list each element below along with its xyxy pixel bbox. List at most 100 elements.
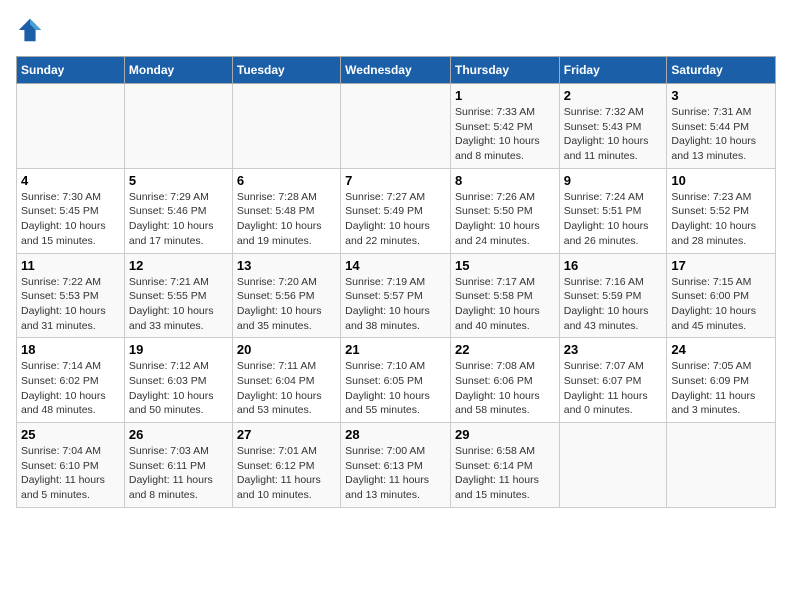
day-number: 5 bbox=[129, 173, 228, 188]
day-info: Sunrise: 7:28 AMSunset: 5:48 PMDaylight:… bbox=[237, 190, 336, 249]
day-number: 18 bbox=[21, 342, 120, 357]
day-number: 14 bbox=[345, 258, 446, 273]
day-number: 1 bbox=[455, 88, 555, 103]
weekday-header-monday: Monday bbox=[124, 57, 232, 84]
day-number: 9 bbox=[564, 173, 663, 188]
calendar-cell: 11 Sunrise: 7:22 AMSunset: 5:53 PMDayligh… bbox=[17, 253, 125, 338]
day-info: Sunrise: 7:11 AMSunset: 6:04 PMDaylight:… bbox=[237, 359, 336, 418]
day-info: Sunrise: 7:05 AMSunset: 6:09 PMDaylight:… bbox=[671, 359, 771, 418]
calendar-cell: 16 Sunrise: 7:16 AMSunset: 5:59 PMDayligh… bbox=[559, 253, 667, 338]
calendar-cell: 20 Sunrise: 7:11 AMSunset: 6:04 PMDayligh… bbox=[232, 338, 340, 423]
day-info: Sunrise: 7:30 AMSunset: 5:45 PMDaylight:… bbox=[21, 190, 120, 249]
day-number: 28 bbox=[345, 427, 446, 442]
calendar-cell: 27 Sunrise: 7:01 AMSunset: 6:12 PMDayligh… bbox=[232, 423, 340, 508]
day-number: 17 bbox=[671, 258, 771, 273]
day-info: Sunrise: 7:14 AMSunset: 6:02 PMDaylight:… bbox=[21, 359, 120, 418]
day-info: Sunrise: 7:16 AMSunset: 5:59 PMDaylight:… bbox=[564, 275, 663, 334]
weekday-header-saturday: Saturday bbox=[667, 57, 776, 84]
day-number: 8 bbox=[455, 173, 555, 188]
calendar-cell: 7 Sunrise: 7:27 AMSunset: 5:49 PMDaylight… bbox=[341, 168, 451, 253]
calendar-cell: 13Sunrise: 7:20 AMSunset: 5:56 PMDayligh… bbox=[232, 253, 340, 338]
calendar-cell: 9 Sunrise: 7:24 AMSunset: 5:51 PMDaylight… bbox=[559, 168, 667, 253]
calendar-cell bbox=[232, 84, 340, 169]
calendar-cell: 24 Sunrise: 7:05 AMSunset: 6:09 PMDayligh… bbox=[667, 338, 776, 423]
day-number: 6 bbox=[237, 173, 336, 188]
day-info: Sunrise: 7:24 AMSunset: 5:51 PMDaylight:… bbox=[564, 190, 663, 249]
day-number: 16 bbox=[564, 258, 663, 273]
weekday-header-friday: Friday bbox=[559, 57, 667, 84]
day-info: Sunrise: 6:58 AMSunset: 6:14 PMDaylight:… bbox=[455, 444, 555, 503]
weekday-header-thursday: Thursday bbox=[450, 57, 559, 84]
calendar-cell bbox=[667, 423, 776, 508]
page-header bbox=[16, 16, 776, 44]
day-info: Sunrise: 7:29 AMSunset: 5:46 PMDaylight:… bbox=[129, 190, 228, 249]
calendar-cell: 22 Sunrise: 7:08 AMSunset: 6:06 PMDayligh… bbox=[450, 338, 559, 423]
calendar-cell: 6 Sunrise: 7:28 AMSunset: 5:48 PMDaylight… bbox=[232, 168, 340, 253]
calendar-cell: 17 Sunrise: 7:15 AMSunset: 6:00 PMDayligh… bbox=[667, 253, 776, 338]
day-number: 21 bbox=[345, 342, 446, 357]
day-info: Sunrise: 7:31 AMSunset: 5:44 PMDaylight:… bbox=[671, 105, 771, 164]
calendar-cell: 5 Sunrise: 7:29 AMSunset: 5:46 PMDaylight… bbox=[124, 168, 232, 253]
weekday-header-tuesday: Tuesday bbox=[232, 57, 340, 84]
day-info: Sunrise: 7:27 AMSunset: 5:49 PMDaylight:… bbox=[345, 190, 446, 249]
logo-icon bbox=[16, 16, 44, 44]
day-number: 4 bbox=[21, 173, 120, 188]
calendar-cell: 19 Sunrise: 7:12 AMSunset: 6:03 PMDayligh… bbox=[124, 338, 232, 423]
day-number: 22 bbox=[455, 342, 555, 357]
day-number: 12 bbox=[129, 258, 228, 273]
day-info: Sunrise: 7:00 AMSunset: 6:13 PMDaylight:… bbox=[345, 444, 446, 503]
day-number: 11 bbox=[21, 258, 120, 273]
day-info: Sunrise: 7:23 AMSunset: 5:52 PMDaylight:… bbox=[671, 190, 771, 249]
day-info: Sunrise: 7:26 AMSunset: 5:50 PMDaylight:… bbox=[455, 190, 555, 249]
calendar-cell: 18 Sunrise: 7:14 AMSunset: 6:02 PMDayligh… bbox=[17, 338, 125, 423]
calendar-cell: 29Sunrise: 6:58 AMSunset: 6:14 PMDayligh… bbox=[450, 423, 559, 508]
day-number: 27 bbox=[237, 427, 336, 442]
calendar-cell bbox=[559, 423, 667, 508]
day-info: Sunrise: 7:08 AMSunset: 6:06 PMDaylight:… bbox=[455, 359, 555, 418]
calendar-cell: 14 Sunrise: 7:19 AMSunset: 5:57 PMDayligh… bbox=[341, 253, 451, 338]
day-info: Sunrise: 7:22 AMSunset: 5:53 PMDaylight:… bbox=[21, 275, 120, 334]
weekday-header-sunday: Sunday bbox=[17, 57, 125, 84]
calendar-table: SundayMondayTuesdayWednesdayThursdayFrid… bbox=[16, 56, 776, 508]
calendar-cell: 23 Sunrise: 7:07 AMSunset: 6:07 PMDayligh… bbox=[559, 338, 667, 423]
calendar-cell: 2 Sunrise: 7:32 AMSunset: 5:43 PMDaylight… bbox=[559, 84, 667, 169]
calendar-cell: 10 Sunrise: 7:23 AMSunset: 5:52 PMDayligh… bbox=[667, 168, 776, 253]
day-number: 26 bbox=[129, 427, 228, 442]
day-info: Sunrise: 7:03 AMSunset: 6:11 PMDaylight:… bbox=[129, 444, 228, 503]
day-info: Sunrise: 7:04 AMSunset: 6:10 PMDaylight:… bbox=[21, 444, 120, 503]
day-number: 20 bbox=[237, 342, 336, 357]
calendar-cell: 26 Sunrise: 7:03 AMSunset: 6:11 PMDayligh… bbox=[124, 423, 232, 508]
day-number: 24 bbox=[671, 342, 771, 357]
day-number: 19 bbox=[129, 342, 228, 357]
calendar-cell: 3 Sunrise: 7:31 AMSunset: 5:44 PMDaylight… bbox=[667, 84, 776, 169]
calendar-cell: 28 Sunrise: 7:00 AMSunset: 6:13 PMDayligh… bbox=[341, 423, 451, 508]
day-info: Sunrise: 7:12 AMSunset: 6:03 PMDaylight:… bbox=[129, 359, 228, 418]
day-info: Sunrise: 7:21 AMSunset: 5:55 PMDaylight:… bbox=[129, 275, 228, 334]
day-number: 23 bbox=[564, 342, 663, 357]
calendar-cell: 21 Sunrise: 7:10 AMSunset: 6:05 PMDayligh… bbox=[341, 338, 451, 423]
calendar-cell: 25 Sunrise: 7:04 AMSunset: 6:10 PMDayligh… bbox=[17, 423, 125, 508]
day-info: Sunrise: 7:33 AMSunset: 5:42 PMDaylight:… bbox=[455, 105, 555, 164]
day-info: Sunrise: 7:10 AMSunset: 6:05 PMDaylight:… bbox=[345, 359, 446, 418]
day-info: Sunrise: 7:17 AMSunset: 5:58 PMDaylight:… bbox=[455, 275, 555, 334]
calendar-cell: 12 Sunrise: 7:21 AMSunset: 5:55 PMDayligh… bbox=[124, 253, 232, 338]
day-number: 3 bbox=[671, 88, 771, 103]
calendar-cell bbox=[341, 84, 451, 169]
day-number: 2 bbox=[564, 88, 663, 103]
day-info: Sunrise: 7:01 AMSunset: 6:12 PMDaylight:… bbox=[237, 444, 336, 503]
day-info: Sunrise: 7:19 AMSunset: 5:57 PMDaylight:… bbox=[345, 275, 446, 334]
day-info: Sunrise: 7:20 AMSunset: 5:56 PMDaylight:… bbox=[237, 275, 336, 334]
calendar-cell: 1 Sunrise: 7:33 AMSunset: 5:42 PMDaylight… bbox=[450, 84, 559, 169]
weekday-header-wednesday: Wednesday bbox=[341, 57, 451, 84]
day-number: 10 bbox=[671, 173, 771, 188]
day-number: 15 bbox=[455, 258, 555, 273]
day-number: 25 bbox=[21, 427, 120, 442]
calendar-cell: 4 Sunrise: 7:30 AMSunset: 5:45 PMDaylight… bbox=[17, 168, 125, 253]
day-info: Sunrise: 7:15 AMSunset: 6:00 PMDaylight:… bbox=[671, 275, 771, 334]
logo bbox=[16, 16, 48, 44]
calendar-cell: 15 Sunrise: 7:17 AMSunset: 5:58 PMDayligh… bbox=[450, 253, 559, 338]
day-number: 7 bbox=[345, 173, 446, 188]
calendar-cell bbox=[17, 84, 125, 169]
day-info: Sunrise: 7:07 AMSunset: 6:07 PMDaylight:… bbox=[564, 359, 663, 418]
day-info: Sunrise: 7:32 AMSunset: 5:43 PMDaylight:… bbox=[564, 105, 663, 164]
